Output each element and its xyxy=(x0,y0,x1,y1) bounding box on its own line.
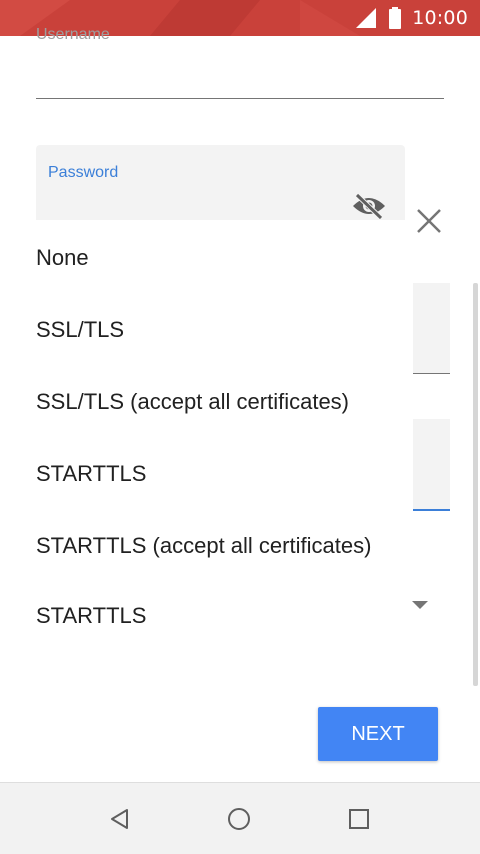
password-field[interactable]: Password xyxy=(36,145,405,220)
server-field[interactable] xyxy=(413,283,450,374)
home-button[interactable] xyxy=(221,801,257,837)
navigation-bar xyxy=(0,782,480,854)
battery-icon xyxy=(389,7,402,29)
back-button[interactable] xyxy=(102,801,138,837)
security-dropdown-list: None SSL/TLS SSL/TLS (accept all certifi… xyxy=(0,222,413,652)
dropdown-option-starttls[interactable]: STARTTLS xyxy=(36,461,146,487)
status-time: 10:00 xyxy=(412,7,468,29)
next-button[interactable]: NEXT xyxy=(318,707,438,761)
dropdown-option-ssl-tls[interactable]: SSL/TLS xyxy=(36,317,124,343)
home-icon xyxy=(228,808,250,830)
signal-icon xyxy=(356,8,377,28)
password-label: Password xyxy=(48,164,119,181)
scrollbar[interactable] xyxy=(473,283,478,686)
chevron-down-icon[interactable] xyxy=(412,601,428,609)
visibility-off-icon[interactable] xyxy=(351,193,387,219)
recents-icon xyxy=(349,809,369,829)
dropdown-option-ssl-tls-accept-all[interactable]: SSL/TLS (accept all certificates) xyxy=(36,389,349,415)
dropdown-option-starttls-accept-all[interactable]: STARTTLS (accept all certificates) xyxy=(36,533,371,559)
status-icons: 10:00 xyxy=(354,0,468,36)
dropdown-option-none[interactable]: None xyxy=(36,245,89,271)
recents-button[interactable] xyxy=(341,801,377,837)
port-field[interactable] xyxy=(413,419,450,511)
close-icon[interactable] xyxy=(412,204,446,238)
username-label: Username xyxy=(36,26,110,43)
security-select-value[interactable]: STARTTLS xyxy=(36,603,146,629)
username-field-underline[interactable] xyxy=(36,98,444,99)
back-icon xyxy=(111,809,128,829)
